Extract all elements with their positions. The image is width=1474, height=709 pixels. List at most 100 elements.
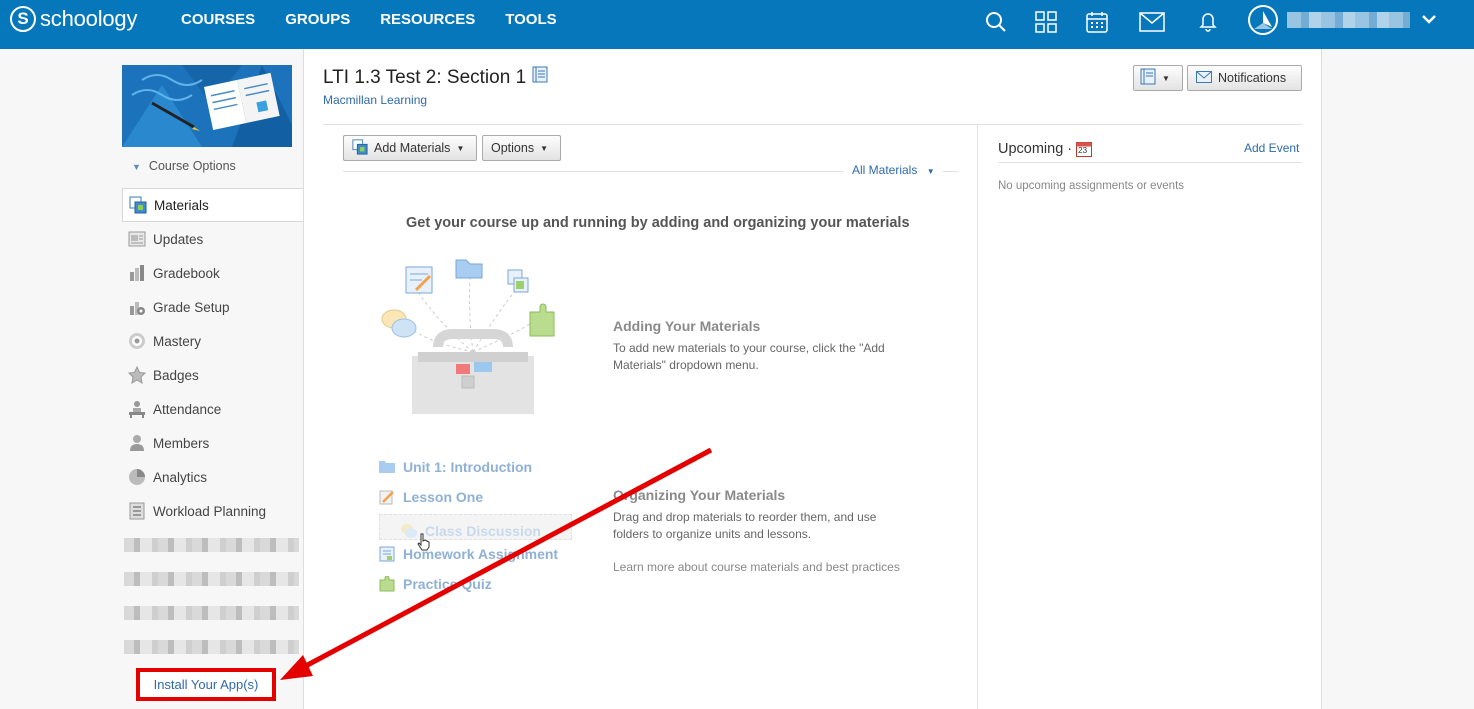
adding-materials-text: To add new materials to your course, cli… xyxy=(613,340,885,374)
apps-grid-icon[interactable] xyxy=(1032,8,1060,36)
assignment-icon xyxy=(379,546,395,562)
badges-icon xyxy=(127,365,147,385)
sample-lesson-one: Lesson One xyxy=(379,489,483,505)
sidebar-item-attendance[interactable]: Attendance xyxy=(122,392,303,426)
course-subtitle-link[interactable]: Macmillan Learning xyxy=(323,93,427,107)
sample-material-label: Unit 1: Introduction xyxy=(403,459,533,475)
caret-down-icon: ▼ xyxy=(926,167,935,176)
adding-text-line-1: To add new materials to your course, cli… xyxy=(613,341,885,355)
sidebar-item-label: Mastery xyxy=(153,333,202,349)
sample-material-label: Homework Assignment xyxy=(403,546,559,562)
course-image xyxy=(122,65,292,147)
options-button[interactable]: Options ▼ xyxy=(482,135,561,161)
envelope-icon xyxy=(1196,70,1212,86)
nav-groups[interactable]: GROUPS xyxy=(285,11,350,28)
sidebar-item-grade-setup[interactable]: Grade Setup xyxy=(122,290,303,324)
user-avatar[interactable] xyxy=(1248,5,1278,35)
sample-material-label: Class Discussion xyxy=(425,523,541,539)
sidebar-item-badges[interactable]: Badges xyxy=(122,358,303,392)
schoology-logo[interactable]: S schoology xyxy=(10,6,137,32)
sidebar-item-label: Gradebook xyxy=(153,265,220,281)
course-options-toggle[interactable]: ▼ Course Options xyxy=(132,159,236,173)
sidebar-item-materials[interactable]: Materials xyxy=(122,188,303,222)
user-name-redacted[interactable] xyxy=(1287,12,1410,28)
redacted-label xyxy=(124,606,299,620)
all-materials-filter[interactable]: All Materials ▼ xyxy=(844,163,943,177)
adding-text-line-2: Materials" dropdown menu. xyxy=(613,358,759,372)
sidebar-item-members[interactable]: Members xyxy=(122,426,303,460)
materials-icon xyxy=(352,138,368,158)
organizing-materials-title: Organizing Your Materials xyxy=(613,487,786,503)
nav-courses[interactable]: COURSES xyxy=(181,11,255,28)
organizing-text-line-2: folders to organize units and lessons. xyxy=(613,527,812,541)
top-navigation-bar: S schoology COURSES GROUPS RESOURCES TOO… xyxy=(0,0,1474,49)
sidebar-item-mastery[interactable]: Mastery xyxy=(122,324,303,358)
notifications-label: Notifications xyxy=(1218,71,1287,85)
upcoming-heading: Upcoming · 23 xyxy=(998,141,1093,157)
course-title: LTI 1.3 Test 2: Section 1 xyxy=(323,66,527,88)
sidebar-item-updates[interactable]: Updates xyxy=(122,222,303,256)
sidebar-item-label: Updates xyxy=(153,231,204,247)
sidebar-item-redacted[interactable] xyxy=(122,528,303,562)
sample-material-label: Lesson One xyxy=(403,489,484,505)
course-sidebar: ▼ Course Options Materials Updates Gradeb… xyxy=(122,49,303,709)
sidebar-item-label: Grade Setup xyxy=(153,299,230,315)
notifications-bell-icon[interactable] xyxy=(1194,8,1222,36)
caret-down-icon: ▼ xyxy=(456,143,465,153)
logo-mark: S xyxy=(10,6,36,32)
nav-resources[interactable]: RESOURCES xyxy=(380,11,475,28)
updates-icon xyxy=(127,229,147,249)
sample-folder-unit-1: Unit 1: Introduction xyxy=(379,459,532,475)
sidebar-item-label: Badges xyxy=(153,367,199,383)
organizing-materials-text: Drag and drop materials to reorder them,… xyxy=(613,509,876,543)
course-view-dropdown[interactable]: ▼ xyxy=(1133,65,1183,91)
sidebar-item-label: Members xyxy=(153,435,210,451)
sidebar-item-gradebook[interactable]: Gradebook xyxy=(122,256,303,290)
quiz-puzzle-icon xyxy=(379,575,395,592)
messages-icon[interactable] xyxy=(1138,8,1166,36)
install-apps-link[interactable]: Install Your App(s) xyxy=(136,668,276,701)
adding-materials-title: Adding Your Materials xyxy=(613,318,761,334)
redacted-label xyxy=(124,640,299,654)
caret-down-icon: ▼ xyxy=(132,162,141,172)
chevron-down-icon[interactable] xyxy=(1420,10,1438,31)
caret-down-icon: ▼ xyxy=(540,143,549,153)
logo-text: schoology xyxy=(40,6,138,31)
search-icon[interactable] xyxy=(982,8,1010,36)
sample-material-label: Practice Quiz xyxy=(403,576,492,592)
page-title: LTI 1.3 Test 2: Section 1 xyxy=(323,66,548,89)
empty-state-headline: Get your course up and running by adding… xyxy=(406,215,910,231)
course-options-label: Course Options xyxy=(148,159,236,173)
sidebar-item-redacted[interactable] xyxy=(122,596,303,630)
add-event-link[interactable]: Add Event xyxy=(1244,141,1299,155)
grade-setup-icon xyxy=(127,297,147,317)
sidebar-item-redacted[interactable] xyxy=(122,630,303,664)
main-content: LTI 1.3 Test 2: Section 1 Macmillan Lear… xyxy=(303,49,1322,709)
redacted-label xyxy=(124,572,299,586)
sidebar-item-analytics[interactable]: Analytics xyxy=(122,460,303,494)
filter-label: All Materials xyxy=(852,163,918,177)
notifications-button[interactable]: Notifications xyxy=(1187,65,1302,91)
sidebar-item-workload-planning[interactable]: Workload Planning xyxy=(122,494,303,528)
header-divider xyxy=(323,124,1302,125)
sample-practice-quiz: Practice Quiz xyxy=(379,575,492,592)
nav-tools[interactable]: TOOLS xyxy=(505,11,556,28)
upcoming-divider xyxy=(998,162,1302,163)
workload-planning-icon xyxy=(127,501,147,521)
calendar-icon[interactable] xyxy=(1083,8,1111,36)
materials-icon xyxy=(128,195,148,215)
redacted-label xyxy=(124,538,299,552)
calendar-icon: 23 xyxy=(1076,141,1093,157)
column-divider xyxy=(977,125,978,709)
sample-homework-assignment: Homework Assignment xyxy=(379,546,558,562)
add-materials-label: Add Materials xyxy=(374,141,451,155)
folder-icon xyxy=(379,459,395,475)
options-label: Options xyxy=(491,141,535,155)
add-materials-button[interactable]: Add Materials ▼ xyxy=(343,135,477,161)
toolbox-illustration xyxy=(378,252,568,422)
sidebar-item-redacted[interactable] xyxy=(122,562,303,596)
gradebook-icon xyxy=(127,263,147,283)
sidebar-item-label: Materials xyxy=(154,197,209,213)
page-edit-icon xyxy=(379,489,395,505)
learn-more-link[interactable]: Learn more about course materials and be… xyxy=(613,560,900,574)
